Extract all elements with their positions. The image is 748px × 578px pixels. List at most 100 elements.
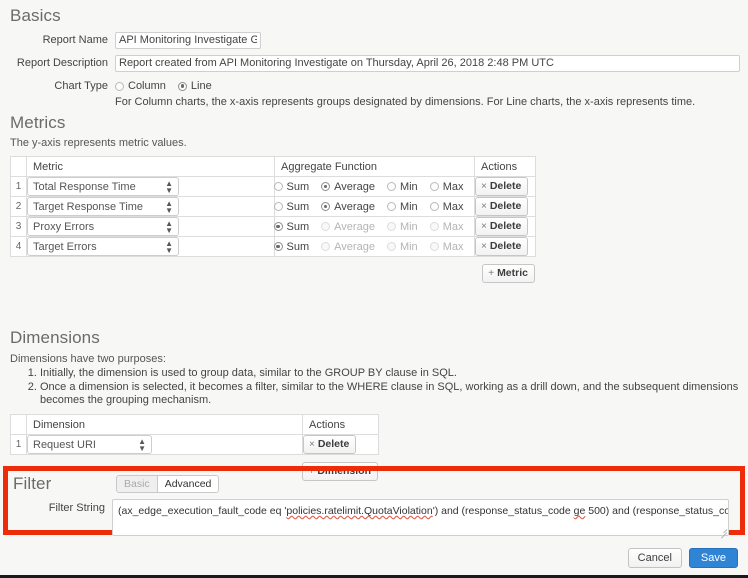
aggregate-option-max: Max [430,241,464,253]
dimensions-table-header-row: Dimension Actions [11,415,379,435]
filter-string-label: Filter String [13,499,112,515]
aggregate-option-label: Min [400,221,418,233]
report-description-input[interactable] [115,55,740,72]
delete-dimension-button[interactable]: ×Delete [303,435,356,454]
delete-label: Delete [490,200,522,212]
aggregate-option-sum[interactable]: Sum [274,181,310,193]
filter-mode-toggle: Basic Advanced [116,475,219,493]
table-row: 1Request URI▲▼×Delete [11,435,379,455]
aggregate-option-sum[interactable]: Sum [274,241,310,253]
filter-string-row: Filter String (ax_edge_execution_fault_c… [13,499,739,536]
aggregate-option-label: Sum [287,201,310,213]
metric-cell: Total Response Time▲▼ [27,177,275,197]
report-name-input[interactable] [115,32,261,49]
metrics-table: Metric Aggregate Function Actions 1Total… [10,156,536,257]
filter-text-misspelled: policies.ratelimit.QuotaViolation [286,505,432,517]
metric-select[interactable]: Target Errors [27,237,179,256]
filter-string-input[interactable]: (ax_edge_execution_fault_code eq 'polici… [112,499,729,536]
report-editor-page: Basics Report Name Report Description Ch… [0,0,748,578]
metric-select[interactable]: Proxy Errors [27,217,179,236]
add-metric-row: +Metric [10,264,535,283]
aggregate-option-label: Sum [287,221,310,233]
aggregate-option-max[interactable]: Max [430,201,464,213]
delete-metric-button[interactable]: ×Delete [475,217,528,236]
add-metric-label: Metric [497,267,528,279]
report-name-row: Report Name [10,32,740,49]
aggregate-function-cell: Sum Average Min Max [275,197,475,217]
aggregate-option-min[interactable]: Min [387,181,418,193]
metric-column-header: Metric [27,157,275,177]
aggregate-option-label: Average [334,241,375,253]
aggregate-column-header: Aggregate Function [275,157,475,177]
aggregate-option-label: Average [334,181,375,193]
add-metric-button[interactable]: +Metric [482,264,535,283]
filter-section: Filter Basic Advanced Filter String (ax_… [13,474,739,536]
radio-icon [274,182,283,191]
delete-metric-button[interactable]: ×Delete [475,237,528,256]
aggregate-option-sum[interactable]: Sum [274,201,310,213]
filter-string-wrap: (ax_edge_execution_fault_code eq 'polici… [112,499,729,536]
dimension-column-header: Dimension [27,415,303,435]
metric-select[interactable]: Target Response Time [27,197,179,216]
dimension-cell: Request URI▲▼ [27,435,303,455]
dimensions-purpose-list: Initially, the dimension is used to grou… [10,367,740,407]
table-row: 3Proxy Errors▲▼SumAverageMinMax×Delete [11,217,536,237]
actions-cell: ×Delete [303,435,379,455]
filter-mode-advanced-button[interactable]: Advanced [157,476,219,492]
row-number: 4 [11,237,27,257]
radio-icon [321,202,330,211]
metrics-help-text: The y-axis represents metric values. [10,137,740,149]
aggregate-radio-group: Sum Average Min Max [275,181,474,193]
aggregate-radio-group: SumAverageMinMax [275,221,474,233]
metrics-section: Metrics The y-axis represents metric val… [10,113,740,283]
chart-type-help-text: For Column charts, the x-axis represents… [115,96,695,108]
aggregate-option-average: Average [321,241,375,253]
basics-heading: Basics [10,6,740,26]
filter-heading: Filter [13,474,108,494]
aggregate-option-label: Average [334,201,375,213]
close-icon: × [481,201,487,212]
aggregate-option-label: Min [400,181,418,193]
save-button[interactable]: Save [689,548,738,568]
row-number: 1 [11,435,27,455]
filter-mode-basic-button[interactable]: Basic [117,476,157,492]
actions-cell: ×Delete [475,177,536,197]
chart-type-row: Chart Type Column Line For Column charts… [10,78,740,108]
row-number: 1 [11,177,27,197]
radio-icon [274,242,283,251]
delete-label: Delete [318,438,350,450]
chart-type-option-line[interactable]: Line [178,80,212,92]
aggregate-option-label: Max [443,181,464,193]
metric-select[interactable]: Total Response Time [27,177,179,196]
aggregate-option-sum[interactable]: Sum [274,221,310,233]
radio-icon [321,242,330,251]
delete-metric-button[interactable]: ×Delete [475,177,528,196]
actions-column-header: Actions [475,157,536,177]
radio-icon [387,202,396,211]
delete-metric-button[interactable]: ×Delete [475,197,528,216]
aggregate-option-label: Sum [287,181,310,193]
aggregate-option-min[interactable]: Min [387,201,418,213]
dimensions-section: Dimensions Dimensions have two purposes:… [10,328,740,481]
cancel-button[interactable]: Cancel [628,548,682,568]
aggregate-option-max[interactable]: Max [430,181,464,193]
aggregate-option-average[interactable]: Average [321,201,375,213]
aggregate-option-label: Max [443,241,464,253]
plus-icon: + [488,268,494,279]
radio-icon [430,242,439,251]
filter-text-middle2: 500) and (response_status_code [585,505,729,517]
radio-icon [321,222,330,231]
table-row: 2Target Response Time▲▼SumAverageMinMax×… [11,197,536,217]
metric-cell: Proxy Errors▲▼ [27,217,275,237]
delete-label: Delete [490,220,522,232]
filter-text-middle: ') and (response_status_code [433,505,574,517]
radio-icon [387,242,396,251]
table-row: 1Total Response Time▲▼ Sum Average Min Max ×D… [11,177,536,197]
dimension-select[interactable]: Request URI [27,435,152,454]
aggregate-option-average[interactable]: Average [321,181,375,193]
metric-select-wrap: Target Errors▲▼ [27,237,179,256]
metric-select-wrap: Target Response Time▲▼ [27,197,179,216]
chart-type-option-column[interactable]: Column [115,80,166,92]
radio-icon [274,222,283,231]
dimensions-table: Dimension Actions 1Request URI▲▼×Delete [10,414,379,455]
